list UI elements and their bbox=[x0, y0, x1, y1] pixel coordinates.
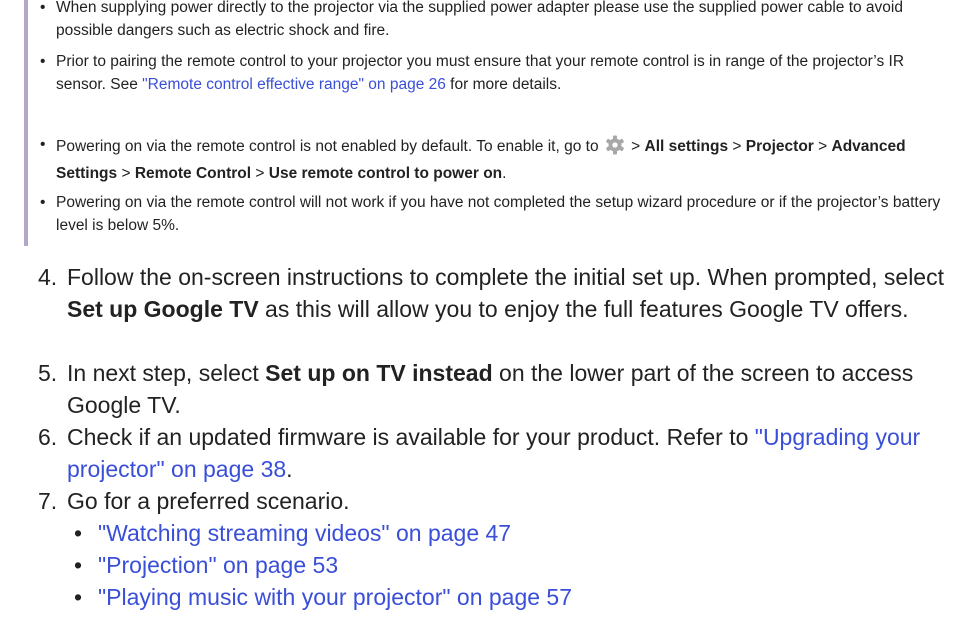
step-number: 5. bbox=[38, 360, 58, 386]
sub-bullet: • bbox=[74, 552, 83, 578]
note-item-power-on-remote: Powering on via the remote control is no… bbox=[56, 133, 946, 187]
link-playing-music[interactable]: "Playing music with your projector" on p… bbox=[98, 581, 572, 613]
step-text: as this will allow you to enjoy the full… bbox=[258, 296, 909, 322]
step-text: . bbox=[286, 456, 293, 482]
note-bullet: • bbox=[40, 194, 46, 211]
step-bold: Set up Google TV bbox=[67, 296, 259, 322]
menu-path-projector: Projector bbox=[745, 138, 814, 155]
step-text: Check if an updated firmware is availabl… bbox=[67, 424, 755, 450]
link-projection[interactable]: "Projection" on page 53 bbox=[98, 549, 338, 581]
step-number: 4. bbox=[38, 264, 58, 290]
note-text: > bbox=[117, 165, 135, 182]
step-text: Follow the on-screen instructions to com… bbox=[67, 264, 944, 290]
note-bullet: • bbox=[40, 53, 46, 70]
note-text: > bbox=[251, 165, 269, 182]
sub-bullet: • bbox=[74, 584, 83, 610]
note-text: > bbox=[626, 138, 645, 155]
link-remote-control-range[interactable]: "Remote control effective range" on page… bbox=[142, 76, 446, 93]
step-5-text: In next step, select Set up on TV instea… bbox=[67, 357, 947, 421]
note-item-setup-wizard: Powering on via the remote control will … bbox=[56, 194, 941, 234]
step-text: In next step, select bbox=[67, 360, 266, 386]
sub-bullet: • bbox=[74, 520, 83, 546]
note-box: • When supplying power directly to the p… bbox=[24, 0, 954, 246]
note-text: for more details. bbox=[445, 76, 562, 93]
menu-path-remote-control: Remote Control bbox=[134, 165, 252, 182]
menu-path-all-settings: All settings bbox=[644, 138, 729, 155]
note-item-remote-range: Prior to pairing the remote control to y… bbox=[56, 50, 946, 96]
step-6-text: Check if an updated firmware is availabl… bbox=[67, 421, 947, 485]
step-bold: Set up on TV instead bbox=[265, 360, 493, 386]
note-item-power-cable: When supplying power directly to the pro… bbox=[56, 0, 903, 39]
step-number: 6. bbox=[38, 424, 58, 450]
step-number: 7. bbox=[38, 488, 58, 514]
gear-icon bbox=[606, 135, 624, 155]
menu-path-use-remote: Use remote control to power on bbox=[268, 165, 503, 182]
note-text: Powering on via the remote control is no… bbox=[56, 138, 603, 155]
link-watching-streaming[interactable]: "Watching streaming videos" on page 47 bbox=[98, 517, 511, 549]
note-text: > bbox=[728, 138, 746, 155]
note-bullet: • bbox=[40, 0, 46, 16]
note-text: > bbox=[813, 138, 832, 155]
note-text: . bbox=[502, 165, 507, 182]
step-7-text: Go for a preferred scenario. bbox=[67, 488, 350, 514]
note-bullet: • bbox=[40, 136, 46, 153]
step-4-text: Follow the on-screen instructions to com… bbox=[67, 261, 947, 325]
